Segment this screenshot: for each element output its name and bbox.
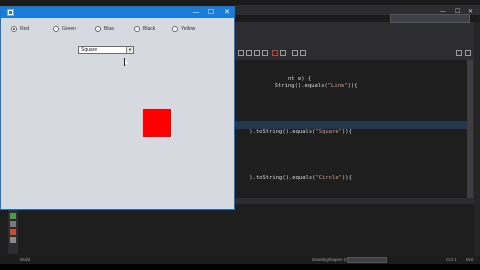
chevron-down-icon[interactable]: ▼ [126,47,133,53]
status-position: Col 1 [446,257,457,262]
toolbar-split-icon[interactable] [465,50,471,56]
ide-maximize-icon[interactable]: ☐ [455,8,460,15]
radio-label: Yellow [181,26,196,32]
toolbar-bookmark-icon[interactable] [280,50,286,56]
close-button[interactable]: ✕ [220,8,234,17]
minimize-button[interactable]: — [189,8,203,17]
stop-icon[interactable] [10,229,16,235]
status-progress-dropdown[interactable] [347,257,387,263]
radio-circle[interactable] [95,26,101,32]
shape-select[interactable]: Square ▼ [78,46,134,54]
code-line: String().equals("Line")){ [274,83,358,89]
toolbar-toggle-icon[interactable] [292,50,298,56]
ide-minimize-icon[interactable]: — [440,8,446,15]
toolbar-stop-icon[interactable] [272,50,278,56]
radio-circle[interactable] [53,26,59,32]
mouse-pointer-fill [125,59,128,64]
output-panel-header [235,198,474,204]
ide-search-box[interactable] [390,14,470,23]
radio-circle[interactable] [134,26,140,32]
maximize-button[interactable]: ☐ [204,8,218,17]
toolbar-expand-icon[interactable] [456,50,462,56]
java-app-icon [7,9,14,16]
status-insert-mode: INS [466,257,474,262]
app-title-bar[interactable]: — ☐ ✕ [1,7,234,18]
taskbar [0,264,480,270]
status-bar: Build drawingshapes (run) Col 1 INS [0,256,480,264]
toolbar-forward-icon[interactable] [246,50,252,56]
app-window: — ☐ ✕ Red Green Blue Black Yellow Square… [0,6,235,210]
ide-right-panel [474,22,480,260]
code-line: ).toString().equals("Square")){ [249,129,352,135]
radio-label: Red [20,26,30,32]
radio-label: Black [143,26,156,32]
radio-label: Blue [104,26,115,32]
settings-icon[interactable] [10,237,16,243]
toolbar-format-icon[interactable] [300,50,306,56]
radio-label: Green [62,26,76,32]
radio-circle[interactable] [172,26,178,32]
toolbar-back-icon[interactable] [238,50,244,56]
ide-close-icon[interactable]: ✕ [468,8,473,15]
code-line: ).toString().equals("Circle")){ [249,175,352,181]
status-left: Build [20,257,31,262]
editor-scrollbar[interactable] [467,60,473,198]
radio-circle[interactable] [11,26,17,32]
run-icon[interactable] [10,213,16,219]
shape-select-value: Square [81,47,98,53]
drawn-shape-square [143,109,171,137]
toolbar-find-icon[interactable] [262,50,268,56]
rerun-icon[interactable] [10,221,16,227]
toolbar-save-icon[interactable] [254,50,260,56]
